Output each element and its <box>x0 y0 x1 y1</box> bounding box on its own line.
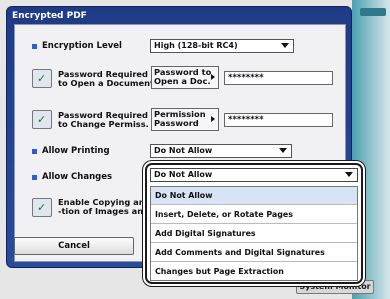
option-changes-but-page-extraction[interactable]: Changes but Page Extraction <box>151 263 357 281</box>
allow-printing-value: Do Not Allow <box>154 146 213 155</box>
allow-changes-dropdown[interactable]: Do Not Allow <box>150 168 358 182</box>
allow-printing-label: Allow Printing <box>42 146 110 156</box>
permission-password-button[interactable]: Permission Password <box>151 108 219 131</box>
checkmark-icon: ✓ <box>37 113 47 126</box>
password-change-toggle[interactable]: ✓ <box>32 110 52 129</box>
checkmark-icon: ✓ <box>37 72 47 85</box>
permission-password-line2: Password <box>154 118 199 128</box>
password-to-open-line2: Open a Doc. <box>154 76 211 86</box>
enable-copying-label: Enable Copying and -tion of Images and <box>58 198 151 216</box>
allow-changes-label: Allow Changes <box>42 172 113 182</box>
open-password-value: ******** <box>228 73 264 83</box>
checkmark-icon: ✓ <box>37 201 47 214</box>
cancel-button[interactable]: Cancel <box>14 237 134 255</box>
option-add-digital-signatures[interactable]: Add Digital Signatures <box>151 225 357 243</box>
password-open-label-line2: to Open a Document <box>58 78 155 88</box>
password-change-label: Password Required to Change Permiss. <box>58 111 149 129</box>
open-password-field[interactable]: ******** <box>224 71 333 85</box>
enable-copying-toggle[interactable]: ✓ <box>32 198 52 217</box>
password-open-toggle[interactable]: ✓ <box>32 69 52 88</box>
password-to-open-button[interactable]: Password to Open a Doc. <box>151 66 219 89</box>
encryption-level-value: High (128-bit RC4) <box>154 41 238 50</box>
side-tab <box>360 8 386 16</box>
chevron-down-icon <box>281 43 289 48</box>
allow-changes-dropdown-popup: Do Not Allow Do Not Allow Insert, Delete… <box>145 163 363 284</box>
password-change-label-line2: to Change Permiss. <box>58 119 149 129</box>
bullet-icon <box>32 175 37 180</box>
option-do-not-allow[interactable]: Do Not Allow <box>151 187 357 205</box>
chevron-down-icon <box>345 172 353 177</box>
bullet-icon <box>32 149 37 154</box>
allow-changes-options-list: Do Not Allow Insert, Delete, or Rotate P… <box>150 186 358 281</box>
arrow-right-icon <box>211 74 215 80</box>
dialog-title: Encrypted PDF <box>12 11 87 21</box>
encryption-level-dropdown[interactable]: High (128-bit RC4) <box>150 39 294 53</box>
password-open-label: Password Required to Open a Document <box>58 70 154 88</box>
encryption-level-label: Encryption Level <box>42 41 122 51</box>
option-add-comments-signatures[interactable]: Add Comments and Digital Signatures <box>151 244 357 262</box>
bullet-icon <box>32 44 37 49</box>
chevron-down-icon <box>279 148 287 153</box>
arrow-right-icon <box>211 116 215 122</box>
allow-changes-selected-value: Do Not Allow <box>154 170 213 179</box>
option-insert-delete-rotate[interactable]: Insert, Delete, or Rotate Pages <box>151 206 357 224</box>
permission-password-value: ******** <box>228 115 264 125</box>
permission-password-field[interactable]: ******** <box>224 113 333 127</box>
enable-copying-label-line2: -tion of Images and <box>58 206 150 216</box>
allow-printing-dropdown[interactable]: Do Not Allow <box>150 144 292 158</box>
